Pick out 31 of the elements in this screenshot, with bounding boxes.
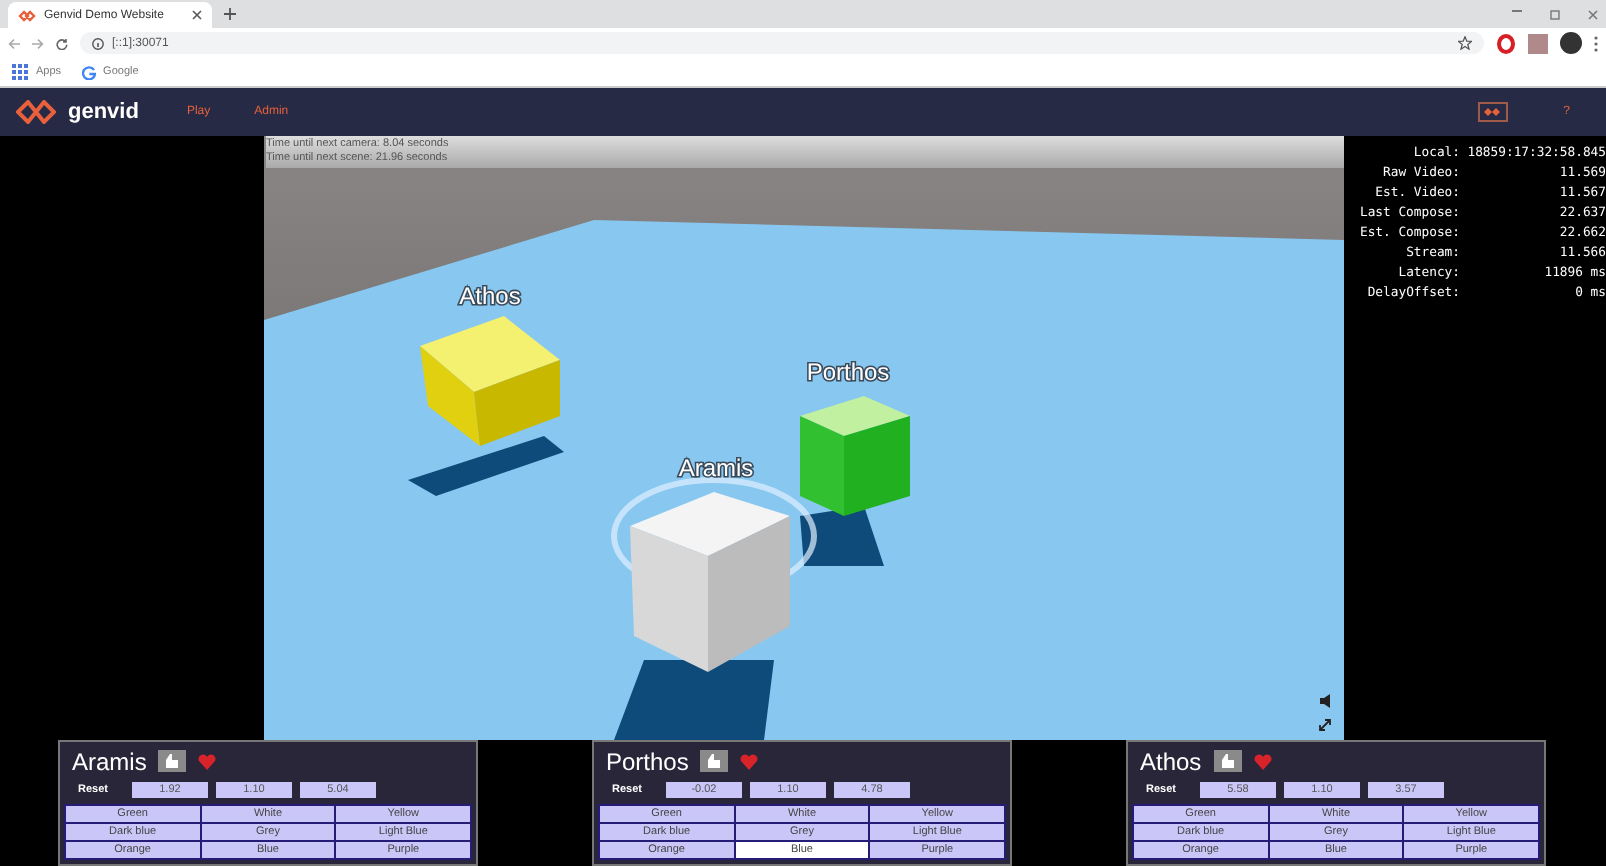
extension-icon[interactable] — [1528, 33, 1548, 53]
reload-icon[interactable] — [56, 37, 68, 49]
brand-name: genvid — [68, 100, 139, 124]
heart-icon[interactable] — [740, 753, 759, 769]
thumbs-up-icon[interactable] — [158, 750, 187, 772]
cube-name: Athos — [1140, 747, 1202, 775]
apps-grid-icon[interactable] — [12, 64, 28, 80]
logo-icon — [18, 9, 36, 21]
thumbs-up-icon[interactable] — [700, 750, 729, 772]
cube-name: Porthos — [606, 747, 689, 775]
cube-label: Porthos — [788, 356, 908, 388]
google-icon — [81, 65, 96, 79]
logo-icon[interactable] — [1477, 102, 1508, 122]
maximize-icon[interactable] — [1550, 9, 1560, 19]
cube-label: Aramis — [656, 452, 776, 484]
star-icon[interactable] — [1458, 36, 1472, 50]
info-icon — [92, 37, 104, 49]
heart-icon[interactable] — [1253, 753, 1272, 769]
ring-icon[interactable] — [1496, 33, 1516, 53]
volume-icon[interactable] — [1320, 694, 1332, 708]
cube-name: Aramis — [72, 747, 147, 775]
minimize-icon[interactable] — [1512, 9, 1522, 11]
cube-label: Athos — [430, 280, 550, 312]
heart-icon[interactable] — [198, 753, 217, 769]
avatar-icon[interactable] — [1560, 32, 1582, 54]
logo-icon — [16, 100, 56, 124]
close-icon[interactable] — [1588, 9, 1598, 19]
close-icon[interactable] — [192, 10, 202, 20]
new-tab-icon[interactable] — [224, 8, 236, 20]
thumbs-up-icon[interactable] — [1213, 750, 1242, 772]
fullscreen-icon[interactable] — [1318, 718, 1332, 732]
